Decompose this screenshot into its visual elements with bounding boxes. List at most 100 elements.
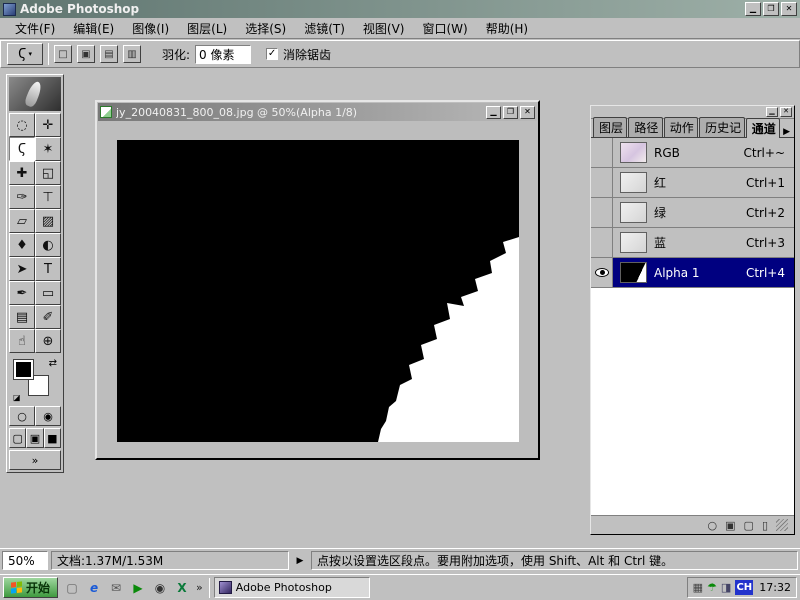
- tab-history[interactable]: 历史记: [699, 117, 745, 137]
- jump-to-imageready-button[interactable]: »: [9, 450, 61, 470]
- visibility-cell[interactable]: [591, 258, 613, 287]
- document-maximize-button[interactable]: ❐: [503, 106, 518, 119]
- show-desktop-icon[interactable]: ▢: [62, 578, 82, 598]
- menu-filter[interactable]: 滤镜(T): [295, 18, 354, 39]
- menu-edit[interactable]: 编辑(E): [64, 18, 123, 39]
- lasso-tool[interactable]: Ϛ: [9, 137, 35, 161]
- menu-window[interactable]: 窗口(W): [413, 18, 476, 39]
- tray-umbrella-icon[interactable]: ☂: [707, 582, 717, 593]
- type-tool[interactable]: T: [35, 257, 61, 281]
- photo-viewer-icon[interactable]: ◉: [150, 578, 170, 598]
- media-player-icon[interactable]: ▶: [128, 578, 148, 598]
- visibility-cell[interactable]: [591, 228, 613, 257]
- menu-layer[interactable]: 图层(L): [178, 18, 236, 39]
- healing-brush-tool[interactable]: ✚: [9, 161, 35, 185]
- channel-row-rgb[interactable]: RGB Ctrl+~: [591, 138, 794, 168]
- excel-icon[interactable]: X: [172, 578, 192, 598]
- palette-menu-arrow-icon[interactable]: ▶: [781, 127, 792, 137]
- close-button[interactable]: ✕: [781, 2, 797, 16]
- visibility-cell[interactable]: [591, 168, 613, 197]
- foreground-color-swatch[interactable]: [14, 360, 33, 379]
- dodge-tool[interactable]: ◐: [35, 233, 61, 257]
- tray-monitor-icon[interactable]: ◨: [721, 582, 731, 593]
- document-titlebar[interactable]: jy_20040831_800_08.jpg @ 50%(Alpha 1/8) …: [98, 103, 537, 121]
- input-method-indicator[interactable]: CH: [735, 580, 753, 595]
- notes-tool[interactable]: ▤: [9, 305, 35, 329]
- standard-screen-button[interactable]: ▢: [9, 428, 26, 448]
- visibility-eye-icon[interactable]: [595, 268, 609, 277]
- image-canvas[interactable]: [117, 140, 519, 442]
- move-tool[interactable]: ✛: [35, 113, 61, 137]
- clone-stamp-tool[interactable]: ⊤: [35, 185, 61, 209]
- path-selection-tool[interactable]: ➤: [9, 257, 35, 281]
- pen-tool[interactable]: ✒: [9, 281, 35, 305]
- visibility-cell[interactable]: [591, 138, 613, 167]
- channel-row-alpha1[interactable]: Alpha 1 Ctrl+4: [591, 258, 794, 288]
- menu-file[interactable]: 文件(F): [6, 18, 64, 39]
- default-colors-icon[interactable]: ◪: [13, 394, 21, 402]
- restore-button[interactable]: ❐: [763, 2, 779, 16]
- new-selection-button[interactable]: □: [54, 45, 72, 63]
- blur-tool[interactable]: ♦: [9, 233, 35, 257]
- tab-paths[interactable]: 路径: [628, 117, 662, 137]
- antialias-checkbox[interactable]: ✓: [266, 48, 278, 60]
- tab-channels[interactable]: 通道: [746, 118, 780, 138]
- feather-input[interactable]: [195, 45, 251, 64]
- status-hint-field: 点按以设置选区段点。要用附加选项，使用 Shift、Alt 和 Ctrl 键。: [311, 551, 798, 570]
- delete-channel-icon[interactable]: ▯: [762, 520, 768, 531]
- lasso-tool-icon: Ϛ: [18, 47, 26, 62]
- quick-launch-chevron-icon[interactable]: »: [194, 581, 205, 594]
- eraser-tool[interactable]: ▱: [9, 209, 35, 233]
- channel-row-red[interactable]: 红 Ctrl+1: [591, 168, 794, 198]
- menu-select[interactable]: 选择(S): [236, 18, 295, 39]
- fullscreen-menubar-button[interactable]: ▣: [26, 428, 43, 448]
- document-minimize-button[interactable]: ▁: [486, 106, 501, 119]
- standard-mode-button[interactable]: ○: [9, 406, 35, 426]
- start-label: 开始: [26, 579, 50, 596]
- channel-row-blue[interactable]: 蓝 Ctrl+3: [591, 228, 794, 258]
- menu-view[interactable]: 视图(V): [354, 18, 414, 39]
- document-close-button[interactable]: ✕: [520, 106, 535, 119]
- start-button[interactable]: 开始: [3, 577, 58, 598]
- channel-shortcut: Ctrl+1: [746, 176, 785, 190]
- minimize-button[interactable]: ▁: [745, 2, 761, 16]
- magic-wand-tool[interactable]: ✶: [35, 137, 61, 161]
- new-channel-icon[interactable]: ▢: [744, 520, 754, 531]
- subtract-from-selection-button[interactable]: ▤: [100, 45, 118, 63]
- channel-shortcut: Ctrl+~: [744, 146, 785, 160]
- tool-preset-picker[interactable]: Ϛ ▾: [7, 43, 43, 65]
- channel-row-green[interactable]: 绿 Ctrl+2: [591, 198, 794, 228]
- palette-close-button[interactable]: ✕: [780, 107, 792, 117]
- photoshop-task-button[interactable]: Adobe Photoshop: [214, 577, 370, 598]
- marquee-tool[interactable]: ◌: [9, 113, 35, 137]
- menu-image[interactable]: 图像(I): [123, 18, 178, 39]
- menu-help[interactable]: 帮助(H): [477, 18, 537, 39]
- internet-explorer-icon[interactable]: e: [84, 578, 104, 598]
- document-size: 文档:1.37M/1.53M: [57, 552, 163, 569]
- zoom-tool[interactable]: ⊕: [35, 329, 61, 353]
- taskbar: 开始 ▢ e ✉ ▶ ◉ X » Adobe Photoshop ▦ ☂ ◨ C…: [0, 574, 800, 600]
- quick-mask-mode-button[interactable]: ◉: [35, 406, 61, 426]
- save-selection-as-channel-icon[interactable]: ▣: [725, 520, 735, 531]
- status-menu-arrow-icon[interactable]: ▶: [292, 551, 308, 570]
- brush-tool[interactable]: ✑: [9, 185, 35, 209]
- tab-layers[interactable]: 图层: [593, 117, 627, 137]
- zoom-level-field[interactable]: 50%: [2, 551, 48, 570]
- crop-tool[interactable]: ◱: [35, 161, 61, 185]
- shape-tool[interactable]: ▭: [35, 281, 61, 305]
- palette-minimize-button[interactable]: ▁: [766, 107, 778, 117]
- fullscreen-button[interactable]: ■: [44, 428, 61, 448]
- swap-colors-icon[interactable]: ⇄: [49, 358, 57, 369]
- intersect-selection-button[interactable]: ▥: [123, 45, 141, 63]
- visibility-cell[interactable]: [591, 198, 613, 227]
- eyedropper-tool[interactable]: ✐: [35, 305, 61, 329]
- mail-icon[interactable]: ✉: [106, 578, 126, 598]
- add-to-selection-button[interactable]: ▣: [77, 45, 95, 63]
- tray-app-grid-icon[interactable]: ▦: [693, 582, 703, 593]
- gradient-tool[interactable]: ▨: [35, 209, 61, 233]
- tab-actions[interactable]: 动作: [664, 117, 698, 137]
- hand-tool[interactable]: ☝: [9, 329, 35, 353]
- palette-resize-grip[interactable]: [776, 519, 788, 531]
- channel-name: 蓝: [654, 234, 746, 251]
- load-channel-as-selection-icon[interactable]: ○: [708, 520, 718, 531]
